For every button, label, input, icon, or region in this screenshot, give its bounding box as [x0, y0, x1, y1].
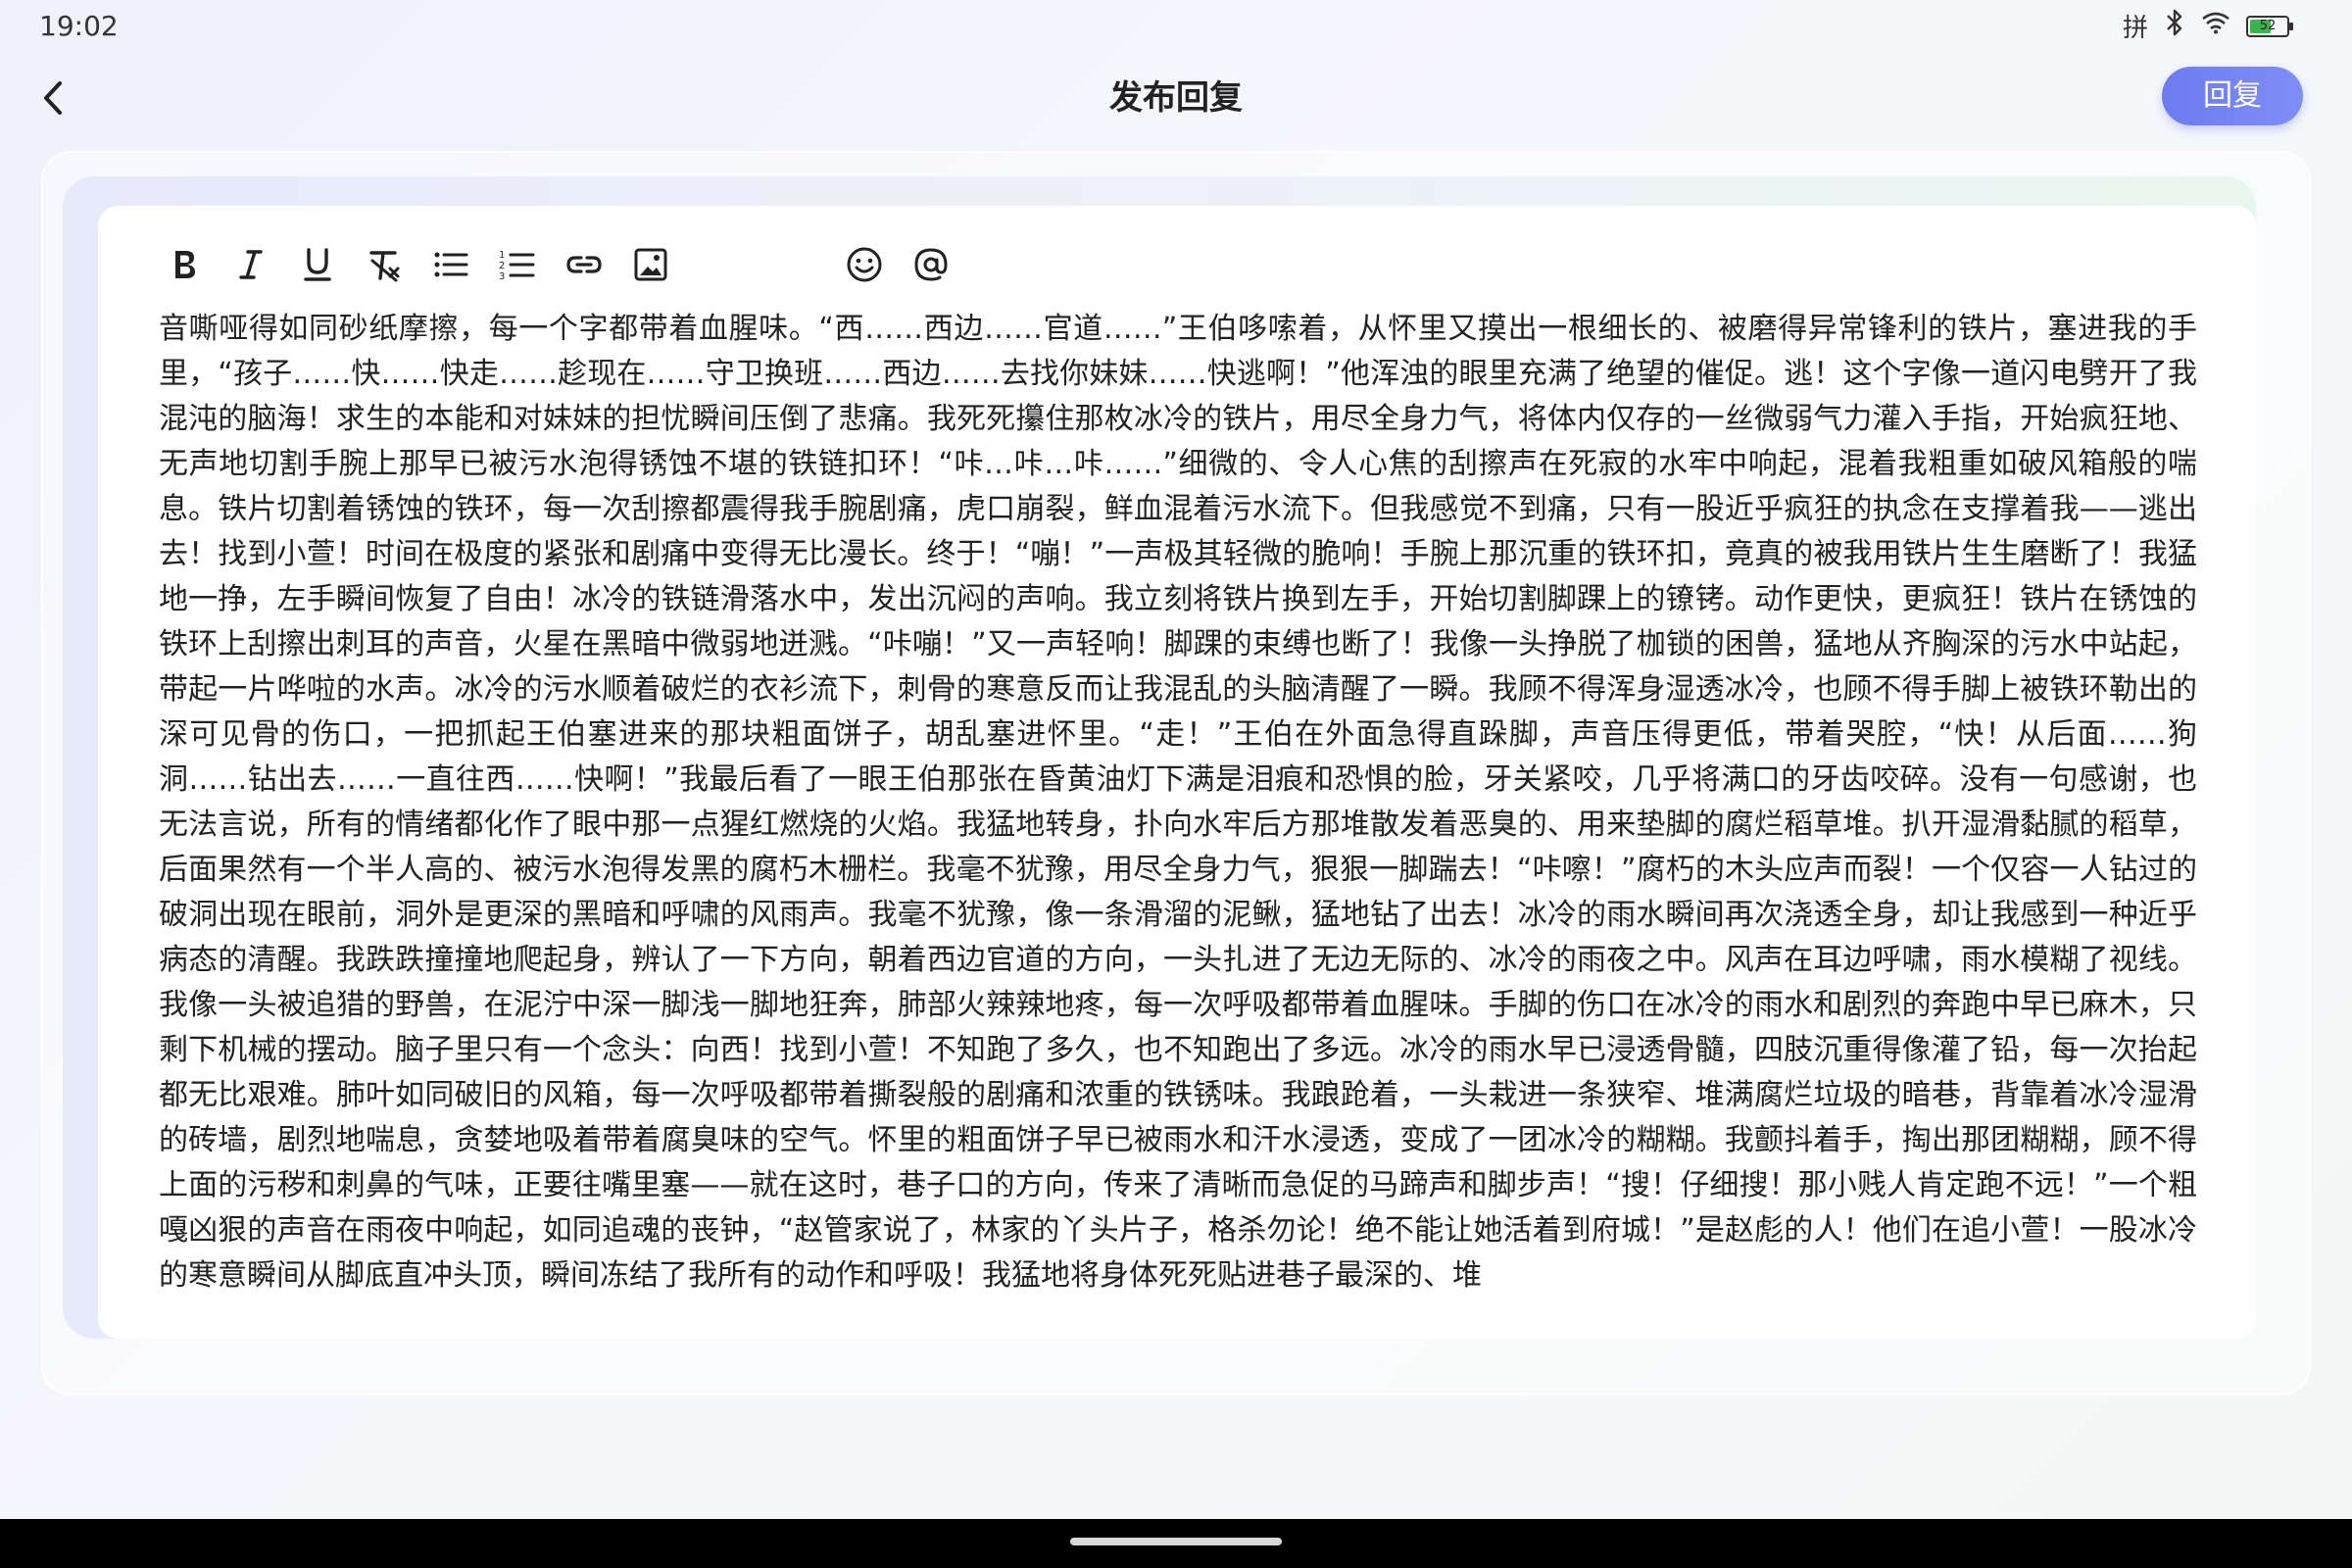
underline-icon: [304, 248, 331, 281]
svg-text:2: 2: [499, 261, 505, 271]
editor[interactable]: 123 音嘶哑得如同砂纸摩擦，每一个字都带着血腥味。“西……西边……官道……”王…: [98, 206, 2256, 1339]
emoji-button[interactable]: [837, 237, 892, 292]
reply-button[interactable]: 回复: [2162, 67, 2303, 125]
format-toolbar: 123: [157, 233, 970, 296]
mention-icon: [914, 248, 948, 281]
status-time: 19:02: [39, 10, 119, 42]
clear-format-icon: [369, 251, 400, 282]
bold-icon: [175, 251, 195, 278]
svg-text:3: 3: [499, 271, 505, 282]
italic-icon: [239, 250, 263, 279]
image-icon: [634, 248, 667, 281]
svg-text:1: 1: [499, 250, 505, 261]
numbered-list-button[interactable]: 123: [490, 237, 545, 292]
emoji-icon: [847, 247, 882, 282]
italic-button[interactable]: [223, 237, 278, 292]
status-bar: 19:02 拼 52: [0, 0, 2352, 51]
home-indicator[interactable]: [1070, 1538, 1282, 1545]
bullet-list-icon: [434, 252, 468, 277]
battery-level: 52: [2259, 18, 2277, 33]
mention-button[interactable]: [904, 237, 958, 292]
clear-format-button[interactable]: [357, 237, 412, 292]
editor-content[interactable]: 音嘶哑得如同砂纸摩擦，每一个字都带着血腥味。“西……西边……官道……”王伯哆嗦着…: [159, 307, 2197, 1298]
battery-icon: 52: [2246, 15, 2293, 37]
bluetooth-icon: [2164, 9, 2185, 43]
link-icon: [566, 256, 602, 273]
wifi-icon: [2201, 11, 2230, 41]
image-button[interactable]: [623, 237, 678, 292]
bold-button[interactable]: [157, 237, 212, 292]
numbered-list-icon: 123: [499, 250, 535, 282]
ime-indicator: 拼: [2122, 14, 2148, 43]
bullet-list-button[interactable]: [423, 237, 478, 292]
link-button[interactable]: [557, 237, 612, 292]
page-title: 发布回复: [1109, 78, 1243, 118]
underline-button[interactable]: [290, 237, 345, 292]
status-icons: 拼 52: [2122, 8, 2293, 44]
